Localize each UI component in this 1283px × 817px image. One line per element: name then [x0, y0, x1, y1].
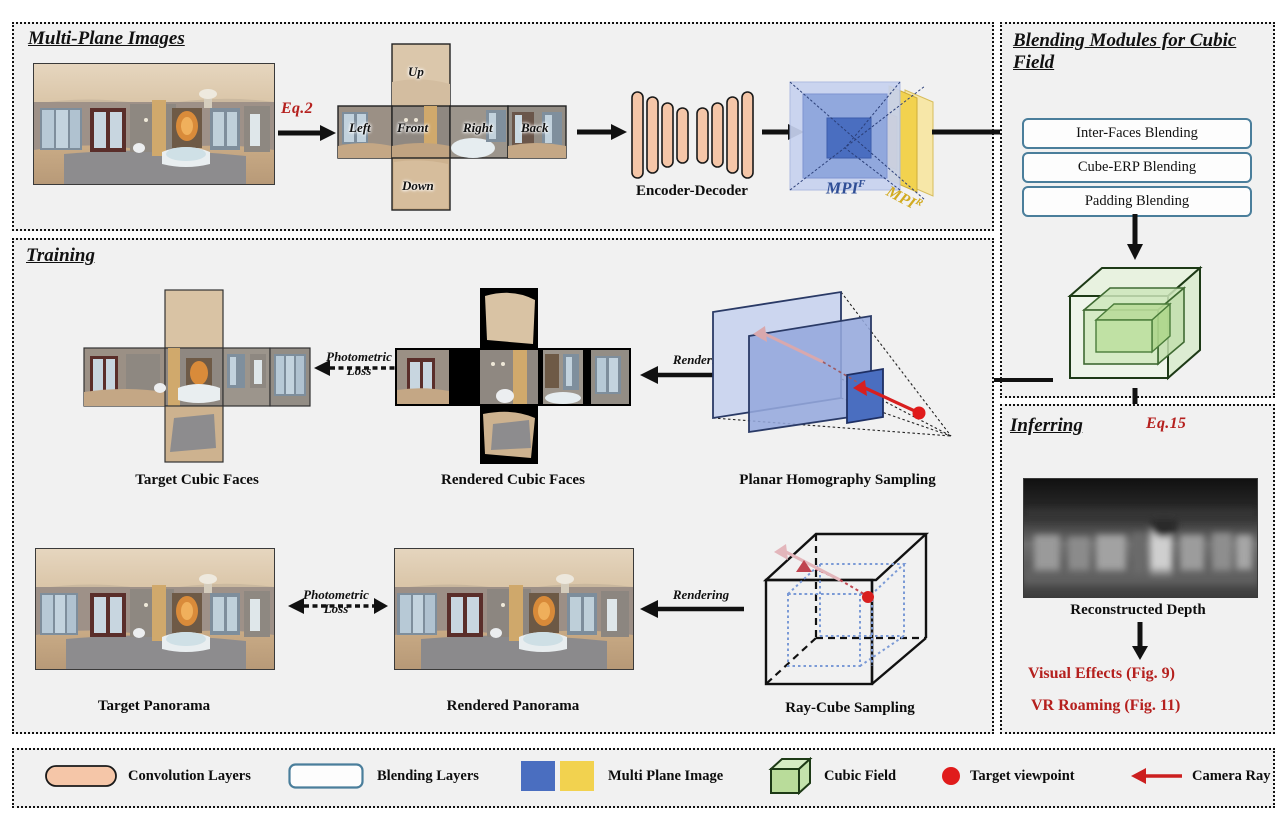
rendered-cubic-faces-caption: Rendered Cubic Faces: [441, 472, 585, 488]
target-panorama-image: [35, 548, 275, 670]
legend-blending-layers-label: Blending Layers: [377, 768, 479, 784]
target-cubic-faces-caption: Target Cubic Faces: [135, 472, 259, 488]
cube-face-label-down: Down: [402, 178, 434, 193]
legend-camera-ray-label: Camera Ray: [1192, 768, 1271, 784]
equation-2-label: Eq.2: [281, 100, 313, 117]
panel-title-inferring: Inferring: [1010, 415, 1083, 436]
cube-face-label-up: Up: [408, 64, 424, 79]
rendered-panorama-caption: Rendered Panorama: [446, 698, 580, 714]
target-panorama-caption: Target Panorama: [97, 698, 211, 714]
panel-title-blending-modules: Blending Modules for Cubic Field: [1013, 30, 1237, 73]
source-panorama-image: [33, 63, 275, 185]
target-cubic-faces-image: [82, 288, 312, 464]
cube-face-label-left: Left: [349, 120, 371, 135]
legend-cubic-field-label: Cubic Field: [824, 768, 897, 784]
vr-roaming-output: VR Roaming (Fig. 11): [1031, 697, 1181, 714]
blending-module-padding[interactable]: Padding Blending: [1022, 186, 1252, 217]
planar-homography-diagram: [705, 290, 965, 460]
legend-convolution-layers-label: Convolution Layers: [128, 768, 251, 784]
panel-title-training: Training: [26, 245, 95, 266]
blending-module-padding-label: Padding Blending: [1084, 193, 1190, 209]
cube-face-label-right: Right: [463, 120, 493, 135]
reconstructed-depth-caption: Reconstructed Depth: [1070, 602, 1206, 618]
photometric-loss-line2-pano: Loss: [323, 600, 349, 616]
cube-face-label-front: Front: [397, 120, 429, 135]
reconstructed-depth-image: [1023, 478, 1258, 598]
equation-15-label: Eq.15: [1146, 415, 1187, 432]
panel-title-multi-plane-images: Multi-Plane Images: [28, 28, 185, 49]
photometric-loss-line1-pano: Photometric: [303, 587, 369, 602]
cube-face-label-back: Back: [521, 120, 549, 135]
photometric-loss-label-cubic: Photometric Loss: [313, 350, 405, 377]
rendering-label-bottom: Rendering: [672, 587, 730, 602]
photometric-loss-label-pano: Photometric Loss: [290, 588, 382, 615]
rendered-panorama-image: [394, 548, 634, 670]
legend-target-viewpoint-label: Target viewpoint: [970, 768, 1075, 784]
blending-module-cube-erp-label: Cube-ERP Blending: [1077, 159, 1197, 175]
blending-module-inter-faces[interactable]: Inter-Faces Blending: [1022, 118, 1252, 149]
ray-cube-sampling-caption: Ray-Cube Sampling: [785, 700, 915, 716]
encoder-decoder-network: [630, 88, 755, 183]
cubic-field-cube: [1052, 258, 1212, 388]
photometric-loss-line2-cubic: Loss: [346, 362, 372, 378]
mpi-front-label: MPIF: [826, 178, 865, 199]
blending-module-cube-erp[interactable]: Cube-ERP Blending: [1022, 152, 1252, 183]
blending-module-inter-faces-label: Inter-Faces Blending: [1076, 125, 1198, 141]
legend-multi-plane-image-label: Multi Plane Image: [608, 768, 724, 784]
ray-cube-sampling-diagram: [762, 528, 932, 690]
visual-effects-output: Visual Effects (Fig. 9): [1028, 665, 1175, 682]
rendered-cubic-faces-image: [395, 288, 631, 464]
mpi-front-sup: F: [858, 178, 866, 190]
encoder-decoder-label: Encoder-Decoder: [636, 183, 748, 199]
photometric-loss-line1-cubic: Photometric: [326, 349, 392, 364]
mpi-front-text: MPI: [826, 178, 859, 198]
planar-homography-caption: Planar Homography Sampling: [739, 472, 936, 488]
